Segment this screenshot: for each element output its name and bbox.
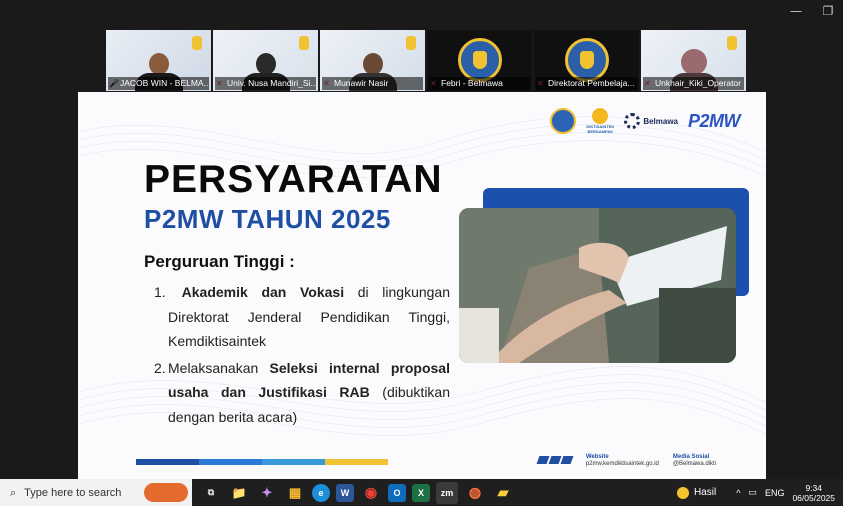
sponsor-logos: DIKTISAINTEK BERDAMPAK Belmawa P2MW: [550, 108, 741, 134]
slide-subtitle: P2MW TAHUN 2025: [144, 204, 391, 234]
firefox-icon[interactable]: ◍: [464, 482, 486, 504]
section-heading: Perguruan Tinggi :: [144, 252, 295, 271]
color-stripe: [136, 459, 388, 465]
weather-sun-icon: [676, 486, 689, 499]
copilot-icon[interactable]: ✦: [256, 482, 278, 504]
requirements-list: 1. Akademik dan Vokasi di lingkungan Dir…: [154, 280, 450, 429]
search-icon: ⌕: [10, 485, 17, 499]
sun-logo-icon: [592, 108, 609, 124]
zoom-icon[interactable]: zm: [436, 481, 458, 504]
file-explorer-icon[interactable]: 📁: [228, 482, 250, 504]
kemdikbud-logo-icon: [550, 108, 577, 134]
minimize-button[interactable]: —: [789, 4, 803, 18]
list-item: 2. Melaksanakan Seleksi internal proposa…: [154, 359, 451, 425]
participant-tile-febri[interactable]: ✕ Febri - Belmawa: [427, 30, 532, 91]
diktisaintek-logo: DIKTISAINTEK BERDAMPAK: [586, 108, 614, 134]
task-view-icon[interactable]: ⧉: [200, 482, 222, 504]
document-signing-photo: [459, 208, 736, 363]
clock[interactable]: 9:34 06/05/2025: [792, 483, 835, 503]
belmawa-logo: Belmawa: [624, 113, 678, 129]
participant-strip: 🎤 JACOB WIN - BELMA... ✕ Univ. Nusa Mand…: [106, 30, 746, 91]
tut-wuri-logo-icon: [564, 38, 609, 82]
participant-name: Munawir Nasir: [322, 77, 423, 90]
search-input[interactable]: [24, 486, 135, 499]
restore-button[interactable]: ❐: [821, 4, 835, 18]
sticky-notes-icon[interactable]: ▰: [492, 482, 514, 504]
participant-tile-munawir[interactable]: ✕ Munawir Nasir: [320, 30, 425, 91]
microsoft-store-icon[interactable]: ▦: [284, 482, 306, 504]
p2mw-logo: P2MW: [688, 110, 741, 131]
taskbar-apps: ⧉ 📁 ✦ ▦ e W ◉ O X zm ◍ ▰: [200, 481, 514, 504]
participant-name: Unkhair_Kiki_Operator: [643, 77, 744, 90]
tray-overflow-button[interactable]: ^: [736, 488, 740, 498]
outlook-icon[interactable]: O: [388, 483, 406, 502]
network-icon[interactable]: ▭: [748, 487, 757, 498]
participant-tile-nusa-mandiri[interactable]: ✕ Univ. Nusa Mandiri_Si...: [213, 30, 318, 91]
chrome-icon[interactable]: ◉: [360, 482, 382, 504]
system-tray: Hasil ^ ▭ ENG 9:34 06/05/2025: [676, 479, 843, 506]
participant-name: Univ. Nusa Mandiri_Si...: [215, 77, 316, 90]
list-item: 1. Akademik dan Vokasi di lingkungan Dir…: [154, 284, 451, 349]
window-controls: — ❐: [789, 4, 835, 18]
participant-tile-direktorat[interactable]: ✕ Direktorat Pembelaja...: [534, 30, 639, 91]
social-info: Media Sosial @Belmawa.dikti: [672, 454, 716, 467]
gear-logo-icon: [624, 113, 641, 129]
shared-slide: DIKTISAINTEK BERDAMPAK Belmawa P2MW PERS…: [78, 92, 766, 479]
word-icon[interactable]: W: [336, 483, 354, 502]
participant-tile-unkhair[interactable]: ✕ Unkhair_Kiki_Operator: [641, 30, 746, 91]
website-info: Website p2mw.kemdiktisaintek.go.id: [585, 454, 659, 467]
participant-name: Febri - Belmawa: [429, 77, 530, 90]
tut-wuri-logo-icon: [457, 38, 502, 82]
participant-name: Direktorat Pembelaja...: [536, 77, 637, 90]
participant-tile-jacob[interactable]: 🎤 JACOB WIN - BELMA...: [106, 30, 211, 91]
edge-icon[interactable]: e: [312, 483, 330, 502]
participant-name: JACOB WIN - BELMA...: [108, 77, 209, 90]
taskbar-search[interactable]: ⌕: [0, 479, 192, 506]
search-highlight-image: [144, 483, 188, 502]
weather-widget[interactable]: Hasil: [676, 486, 716, 499]
slide-footer: Website p2mw.kemdiktisaintek.go.id Media…: [536, 454, 716, 468]
taskbar: ⌕ ⧉ 📁 ✦ ▦ e W ◉ O X zm ◍ ▰ Hasil ^ ▭ ENG…: [0, 479, 843, 506]
slide-title: PERSYARATAN: [144, 158, 443, 201]
excel-icon[interactable]: X: [412, 483, 430, 502]
p2mw-mark-icon: [536, 456, 574, 464]
language-indicator[interactable]: ENG: [765, 488, 785, 498]
